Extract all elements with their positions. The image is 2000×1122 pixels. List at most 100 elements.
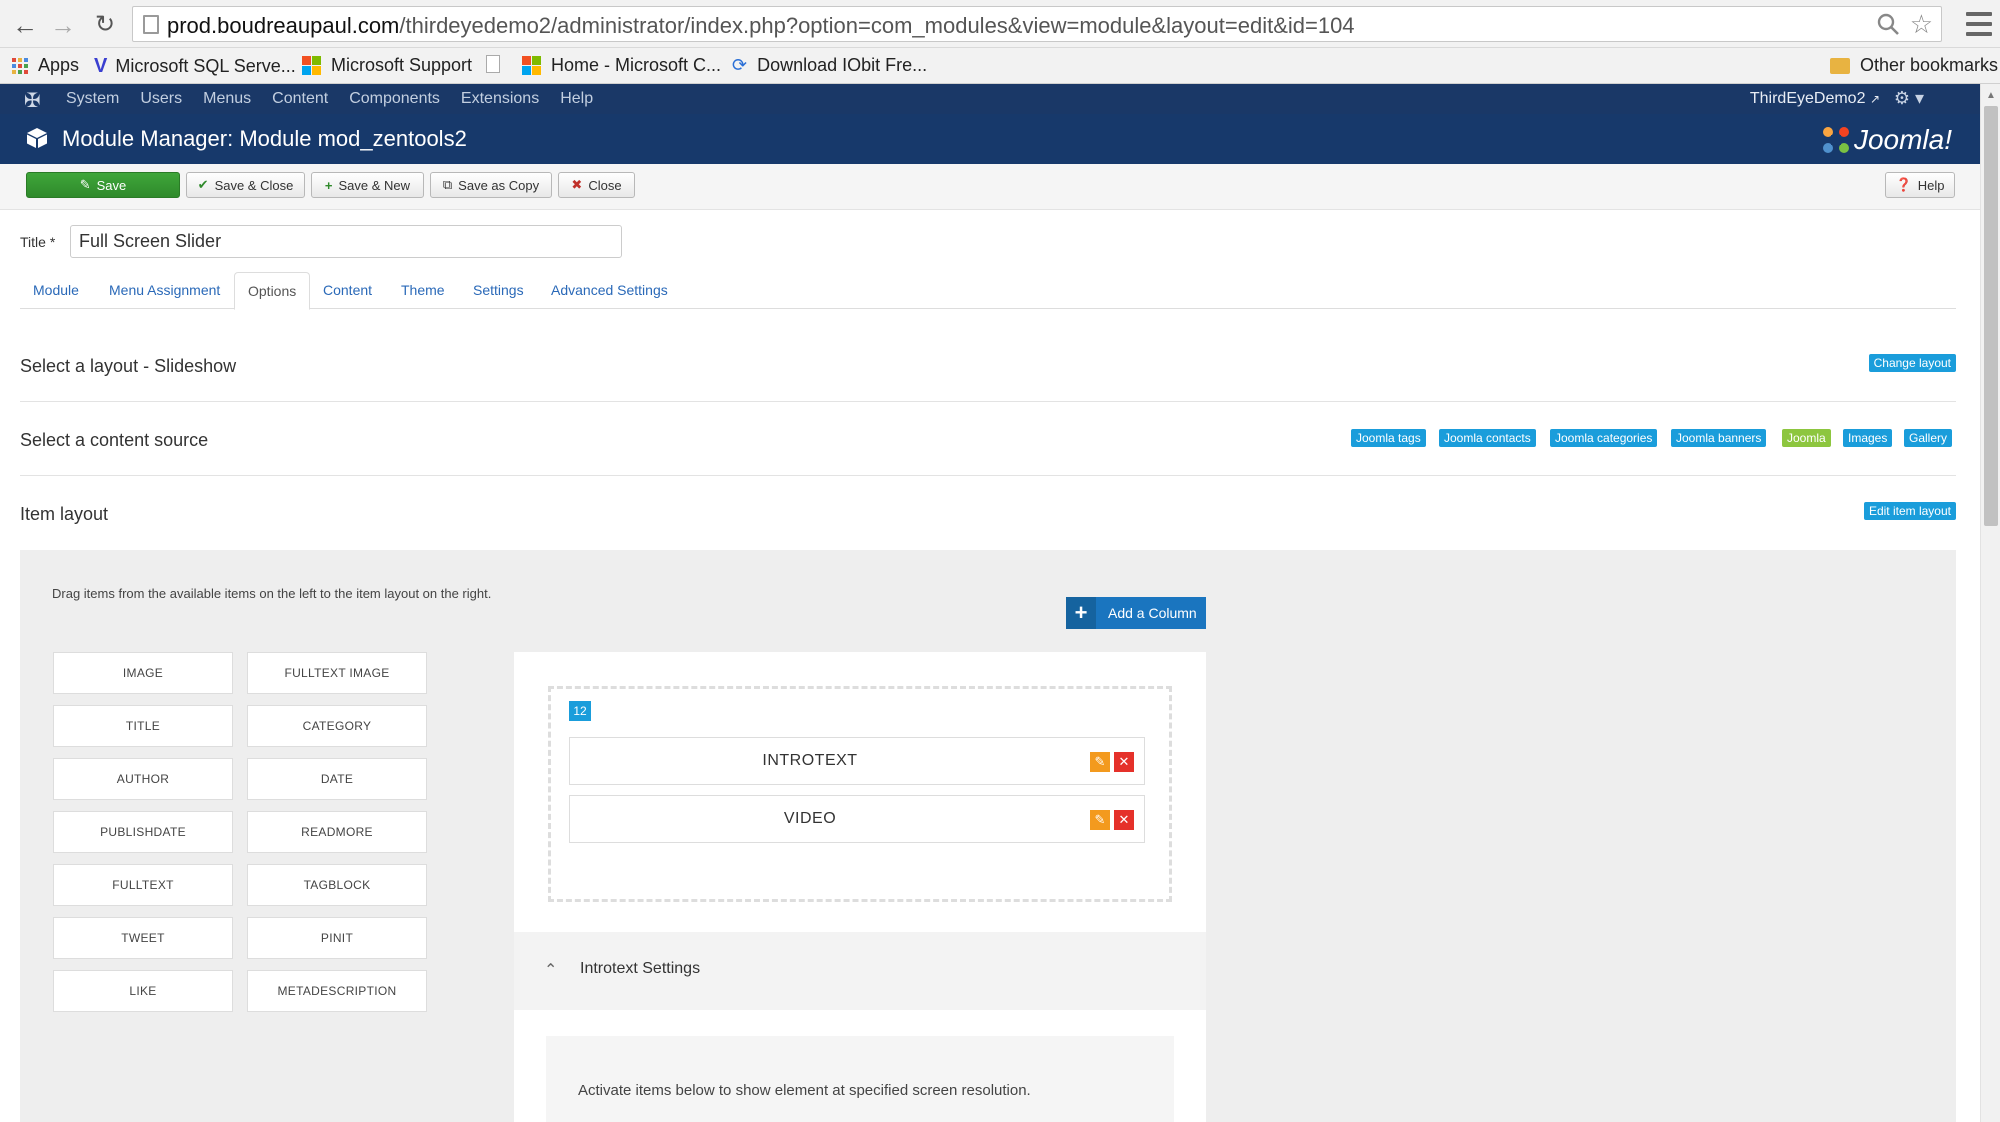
page-header: Module Manager: Module mod_zentools2 Joo…: [0, 114, 1980, 164]
close-button[interactable]: ✖ Close: [558, 172, 635, 198]
cube-icon: [27, 128, 47, 148]
bookmark-sql-server[interactable]: V Microsoft SQL Serve...: [94, 55, 296, 78]
browser-toolbar: ← → ↻ prod.boudreaupaul.com/thirdeyedemo…: [0, 0, 2000, 48]
save-button[interactable]: ✎ Save: [26, 172, 180, 198]
bookmark-iobit[interactable]: ⟳ Download IObit Fre...: [732, 55, 927, 76]
title-input[interactable]: Full Screen Slider: [70, 225, 622, 258]
column-width-badge[interactable]: 12: [569, 701, 591, 721]
save-copy-button[interactable]: ⧉ Save as Copy: [430, 172, 552, 198]
bookmark-home-microsoft[interactable]: Home - Microsoft C...: [522, 55, 721, 76]
gear-icon[interactable]: ⚙ ▾: [1894, 88, 1924, 109]
back-arrow-icon[interactable]: ←: [10, 10, 40, 40]
item-layout-title: Item layout: [20, 504, 109, 524]
source-images[interactable]: Images: [1843, 429, 1893, 447]
copy-icon: ⧉: [442, 177, 453, 192]
external-link-icon: ↗: [1869, 92, 1880, 106]
page-icon: [486, 55, 500, 73]
folder-icon: [1830, 57, 1850, 74]
item-title[interactable]: TITLE: [53, 705, 233, 747]
menu-menus[interactable]: Menus: [203, 90, 251, 108]
drag-hint: Drag items from the available items on t…: [52, 586, 492, 601]
plus-icon: +: [1066, 597, 1096, 629]
item-layout-panel: Drag items from the available items on t…: [20, 550, 1956, 1122]
item-layout-section: Item layout Edit item layout: [20, 476, 1956, 550]
joomla-logo-icon[interactable]: ✠: [24, 88, 41, 113]
layout-section: Select a layout - Slideshow Change layou…: [20, 340, 1956, 402]
scroll-thumb[interactable]: [1984, 106, 1998, 526]
item-readmore[interactable]: READMORE: [247, 811, 427, 853]
item-image[interactable]: IMAGE: [53, 652, 233, 694]
plus-icon: +: [324, 177, 333, 193]
microsoft-logo-icon: [302, 56, 321, 75]
introtext-settings-header[interactable]: ⌃ Introtext Settings: [514, 932, 1206, 1010]
delete-icon[interactable]: ✕: [1114, 810, 1134, 830]
tab-menu-assignment[interactable]: Menu Assignment: [96, 272, 233, 309]
page-title: Module Manager: Module mod_zentools2: [62, 126, 467, 151]
item-date[interactable]: DATE: [247, 758, 427, 800]
tab-content[interactable]: Content: [310, 272, 385, 309]
source-joomla[interactable]: Joomla: [1782, 429, 1831, 447]
tab-advanced-settings[interactable]: Advanced Settings: [538, 272, 681, 309]
item-category[interactable]: CATEGORY: [247, 705, 427, 747]
menu-components[interactable]: Components: [349, 90, 440, 108]
joomla-brand: Joomla!: [1822, 124, 1952, 156]
layout-item-introtext[interactable]: INTROTEXT ✎ ✕: [569, 737, 1145, 785]
admin-menu: System Users Menus Content Components Ex…: [66, 90, 614, 108]
item-fulltext[interactable]: FULLTEXT: [53, 864, 233, 906]
reload-icon[interactable]: ↻: [90, 10, 120, 40]
bookmark-microsoft-support[interactable]: Microsoft Support: [302, 55, 472, 76]
save-close-button[interactable]: ✔ Save & Close: [186, 172, 305, 198]
scroll-up-arrow-icon[interactable]: ▲: [1986, 90, 1996, 101]
bookmark-other[interactable]: Other bookmarks: [1830, 55, 1998, 76]
item-tagblock[interactable]: TAGBLOCK: [247, 864, 427, 906]
forward-arrow-icon[interactable]: →: [48, 10, 78, 40]
pencil-icon[interactable]: ✎: [1090, 752, 1110, 772]
bookmarks-bar: Apps V Microsoft SQL Serve... Microsoft …: [0, 48, 2000, 84]
menu-users[interactable]: Users: [140, 90, 182, 108]
source-gallery[interactable]: Gallery: [1904, 429, 1953, 447]
source-joomla-banners[interactable]: Joomla banners: [1671, 429, 1767, 447]
bookmark-apps[interactable]: Apps: [12, 55, 79, 76]
tab-options[interactable]: Options: [234, 272, 311, 310]
column-dropzone[interactable]: 12 INTROTEXT ✎ ✕ VIDEO ✎ ✕: [548, 686, 1172, 902]
menu-help[interactable]: Help: [560, 90, 593, 108]
admin-menu-bar: ✠ System Users Menus Content Components …: [0, 84, 1980, 114]
change-layout-button[interactable]: Change layout: [1868, 354, 1956, 372]
star-icon[interactable]: ☆: [1910, 9, 1933, 40]
save-new-button[interactable]: + Save & New: [311, 172, 424, 198]
pencil-icon[interactable]: ✎: [1090, 810, 1110, 830]
bookmark-blank[interactable]: [486, 55, 500, 73]
delete-icon[interactable]: ✕: [1114, 752, 1134, 772]
edit-item-layout-button[interactable]: Edit item layout: [1863, 502, 1956, 520]
item-fulltext-image[interactable]: FULLTEXT IMAGE: [247, 652, 427, 694]
layout-item-video[interactable]: VIDEO ✎ ✕: [569, 795, 1145, 843]
menu-extensions[interactable]: Extensions: [461, 90, 539, 108]
chevron-up-icon: ⌃: [544, 962, 558, 979]
item-publishdate[interactable]: PUBLISHDATE: [53, 811, 233, 853]
source-joomla-categories[interactable]: Joomla categories: [1550, 429, 1658, 447]
help-button[interactable]: ❓ Help: [1885, 172, 1955, 198]
browser-menu-icon[interactable]: [1966, 12, 1992, 36]
address-bar[interactable]: prod.boudreaupaul.com/thirdeyedemo2/admi…: [132, 6, 1942, 42]
tab-bar: Module Menu Assignment Options Content T…: [20, 272, 1956, 310]
url-text[interactable]: prod.boudreaupaul.com/thirdeyedemo2/admi…: [167, 13, 1355, 39]
menu-content[interactable]: Content: [272, 90, 328, 108]
question-icon: ❓: [1895, 177, 1912, 192]
tab-module[interactable]: Module: [20, 272, 92, 309]
menu-system[interactable]: System: [66, 90, 119, 108]
item-author[interactable]: AUTHOR: [53, 758, 233, 800]
content-source-section: Select a content source Joomla tags Joom…: [20, 402, 1956, 476]
admin-user-link[interactable]: ThirdEyeDemo2 ↗: [1750, 90, 1880, 108]
search-icon[interactable]: [1877, 13, 1899, 35]
source-joomla-contacts[interactable]: Joomla contacts: [1439, 429, 1536, 447]
item-tweet[interactable]: TWEET: [53, 917, 233, 959]
item-metadescription[interactable]: METADESCRIPTION: [247, 970, 427, 1012]
item-pinit[interactable]: PINIT: [247, 917, 427, 959]
layout-canvas: 12 INTROTEXT ✎ ✕ VIDEO ✎ ✕ ⌃ Introtext S…: [514, 652, 1206, 1122]
tab-settings[interactable]: Settings: [460, 272, 537, 309]
item-like[interactable]: LIKE: [53, 970, 233, 1012]
source-joomla-tags[interactable]: Joomla tags: [1351, 429, 1426, 447]
page-scrollbar[interactable]: ▲: [1980, 84, 2000, 1122]
tab-theme[interactable]: Theme: [388, 272, 458, 309]
add-column-button[interactable]: + Add a Column: [1066, 597, 1206, 629]
